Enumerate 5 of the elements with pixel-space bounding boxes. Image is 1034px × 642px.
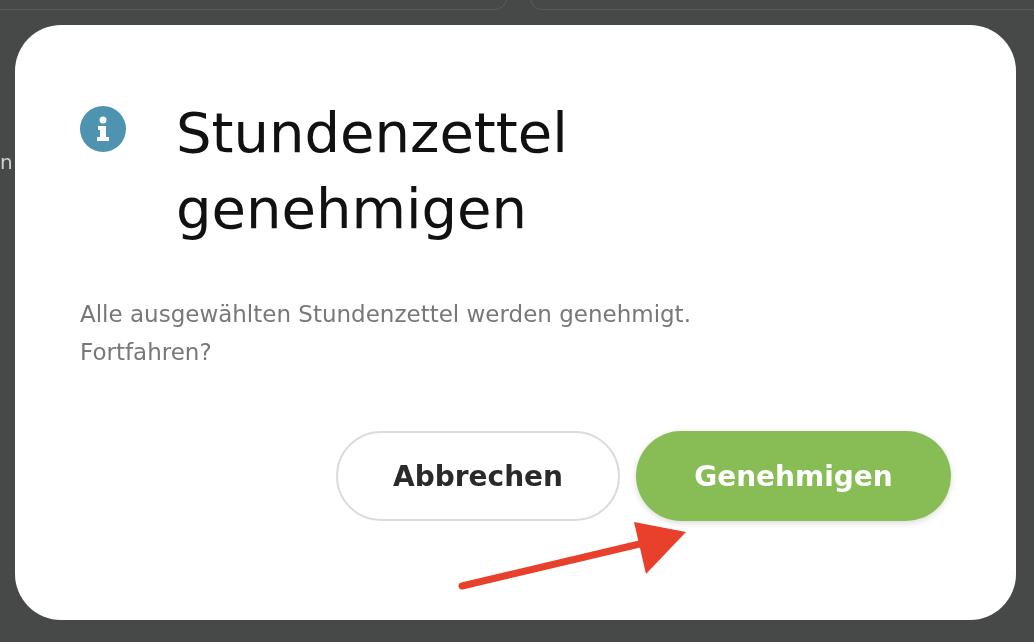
dialog-message: Alle ausgewählten Stundenzettel werden genehmigt. Fortfahren? bbox=[80, 300, 692, 367]
dialog-title: Stundenzettel genehmigen bbox=[176, 99, 569, 243]
info-icon bbox=[80, 106, 126, 152]
cancel-button[interactable]: Abbrechen bbox=[336, 431, 620, 521]
background-text: n bbox=[0, 150, 13, 174]
